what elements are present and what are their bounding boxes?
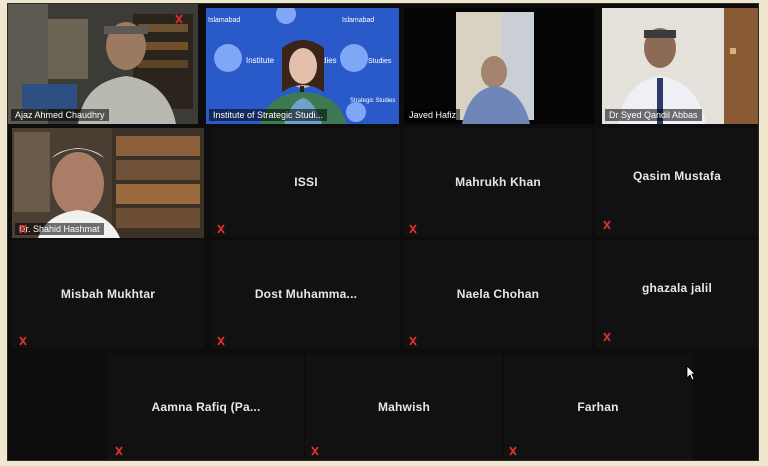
participant-tile-misbah[interactable]: Misbah Mukhtar [12, 240, 204, 348]
participant-tile-naela[interactable]: Naela Chohan [404, 240, 592, 348]
muted-mic-icon [311, 446, 319, 456]
svg-text:Islamabad: Islamabad [342, 17, 374, 24]
muted-mic-icon [19, 336, 27, 346]
muted-mic-icon [509, 446, 517, 456]
participant-video [602, 8, 758, 124]
participant-tile-aamna[interactable]: Aamna Rafiq (Pa... [108, 354, 304, 460]
participant-name: Javed Hafiz [405, 109, 461, 121]
muted-mic-icon [19, 224, 27, 234]
video-tile-shahid[interactable]: Dr. Shahid Hashmat [12, 128, 204, 238]
participant-name: ghazala jalil [642, 280, 712, 295]
participant-name: Naela Chohan [456, 287, 540, 301]
muted-mic-icon [603, 332, 611, 342]
participant-tile-issi[interactable]: ISSI [212, 128, 400, 236]
participant-video [12, 128, 204, 238]
participant-name: Misbah Mukhtar [60, 287, 156, 301]
muted-mic-icon [409, 224, 417, 234]
svg-text:Studies: Studies [368, 58, 392, 65]
muted-mic-icon [175, 14, 183, 24]
video-tile-qandil[interactable]: Dr Syed Qandil Abbas [602, 8, 758, 124]
participant-name: Qasim Mustafa [633, 168, 721, 183]
svg-text:Strategic Studies: Strategic Studies [350, 98, 395, 104]
participant-name: Ajaz Ahmed Chaudhry [11, 109, 109, 121]
muted-mic-icon [217, 336, 225, 346]
participant-video [404, 8, 594, 124]
participant-video: Institute Studies Studies Islamabad Isla… [206, 8, 399, 124]
participant-name: Dr. Shahid Hashmat [15, 223, 104, 235]
mouse-cursor-icon [686, 365, 696, 381]
participant-tile-ghazala[interactable]: ghazala jalil [596, 240, 758, 348]
participant-tile-farhan[interactable]: Farhan [504, 354, 692, 460]
participant-name: Aamna Rafiq (Pa... [151, 400, 261, 414]
video-tile-javed[interactable]: Javed Hafiz [404, 8, 594, 124]
participant-name: Mahrukh Khan [455, 175, 541, 189]
video-tile-ajaz[interactable]: Ajaz Ahmed Chaudhry [8, 4, 198, 124]
video-gallery: Ajaz Ahmed Chaudhry Institute Studies St… [8, 4, 758, 460]
participant-tile-mahrukh[interactable]: Mahrukh Khan [404, 128, 592, 236]
participant-tile-dost[interactable]: Dost Muhamma... [212, 240, 400, 348]
participant-name: Dost Muhamma... [254, 287, 358, 301]
participant-name: Dr Syed Qandil Abbas [605, 109, 702, 121]
muted-mic-icon [409, 336, 417, 346]
backdrop-text-institute: Institute [246, 56, 275, 65]
participant-tile-mahwish[interactable]: Mahwish [306, 354, 502, 460]
participant-name: Mahwish [377, 400, 431, 414]
participant-name: Farhan [577, 400, 619, 414]
svg-text:Islamabad: Islamabad [208, 17, 240, 24]
participant-tile-qasim[interactable]: Qasim Mustafa [596, 128, 758, 236]
muted-mic-icon [217, 224, 225, 234]
participant-name: ISSI [294, 175, 318, 189]
participant-video [8, 4, 198, 124]
muted-mic-icon [603, 220, 611, 230]
muted-mic-icon [115, 446, 123, 456]
video-tile-issi-speaker[interactable]: Institute Studies Studies Islamabad Isla… [206, 8, 399, 124]
participant-name: Institute of Strategic Studi... [209, 109, 328, 121]
